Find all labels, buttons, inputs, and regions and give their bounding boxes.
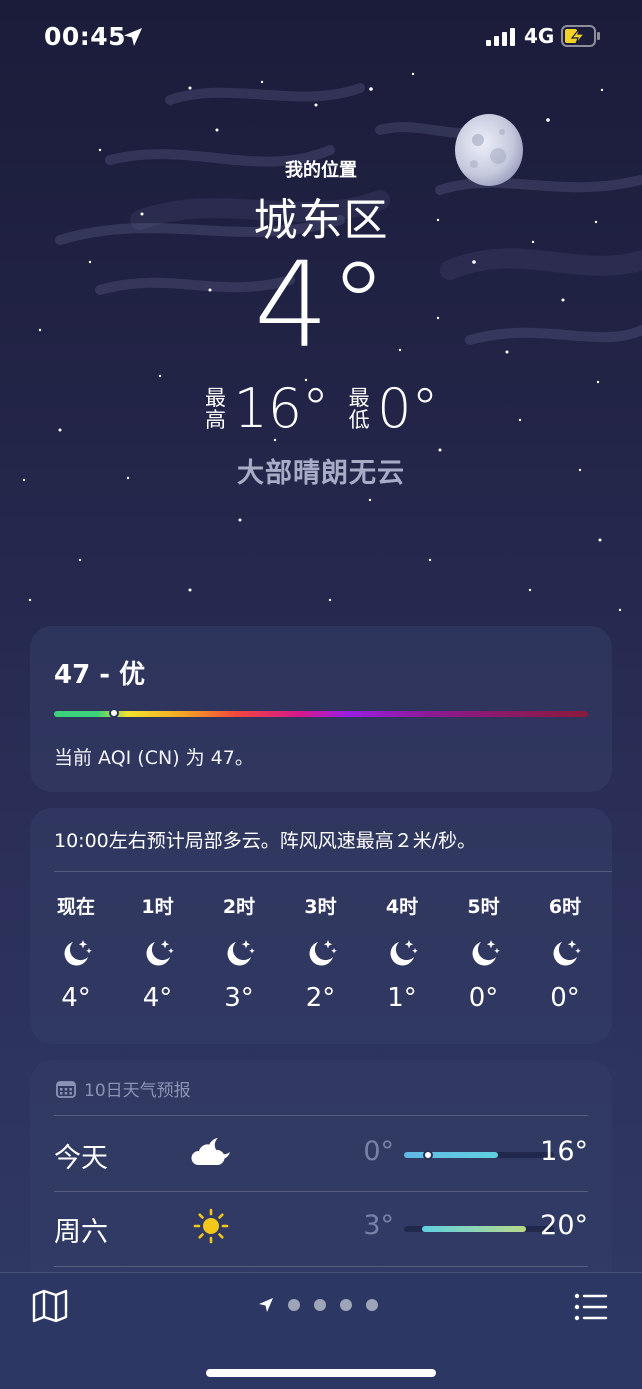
page-dot[interactable]	[340, 1299, 352, 1311]
high-low-temperatures: 最高 16° 最低 0°	[0, 382, 642, 436]
divider	[54, 1266, 588, 1267]
hour-label: 5时	[467, 896, 500, 918]
home-indicator[interactable]	[206, 1369, 436, 1377]
cellular-signal-icon	[486, 28, 515, 46]
cloud-moon-icon	[191, 1138, 230, 1165]
hour-column: 2时 3°	[209, 892, 269, 1013]
day-high-temp: 16°	[540, 1136, 588, 1167]
battery-charging-icon	[561, 25, 600, 47]
hourly-forecast-card[interactable]: 10:00左右预计局部多云。阵风风速最高２米/秒。 现在 4° 1时 4° 2时 3° 3时…	[30, 808, 612, 1044]
aqi-scale-bar	[54, 708, 588, 718]
day-name: 今天	[54, 1143, 108, 1174]
temperature-range-fill	[404, 1152, 498, 1158]
divider	[54, 1115, 588, 1116]
moon-stars-icon	[309, 940, 337, 966]
hour-label: 6时	[548, 896, 582, 918]
divider	[54, 871, 612, 872]
day-high-temp: 20°	[540, 1210, 588, 1241]
current-temp-dot	[423, 1150, 433, 1160]
page-dot[interactable]	[314, 1299, 326, 1311]
location-arrow-icon	[124, 28, 142, 46]
low-value: 0°	[377, 377, 439, 440]
day-row[interactable]: 今天 0° 16°	[54, 1124, 588, 1184]
location-header: 我的位置 城东区 4° 最高 16° 最低 0° 大部晴朗无云	[0, 150, 642, 489]
aqi-description: 当前 AQI (CN) 为 47。	[54, 747, 254, 769]
hour-temperature: 2°	[305, 983, 336, 1013]
low-label: 最低	[348, 386, 370, 432]
high-label: 最高	[204, 386, 226, 432]
location-page-icon[interactable]	[258, 1297, 274, 1313]
page-indicator[interactable]	[258, 1297, 378, 1313]
bottom-toolbar	[0, 1272, 642, 1389]
air-quality-card[interactable]: 47 - 优 当前 AQI (CN) 为 47。	[30, 626, 612, 792]
day-name: 周六	[54, 1217, 108, 1248]
hour-column: 3时 2°	[291, 892, 351, 1013]
network-type: 4G	[524, 24, 555, 48]
hour-label: 2时	[222, 896, 256, 918]
moon-stars-icon	[64, 940, 92, 966]
sun-icon	[193, 1208, 229, 1244]
day-row[interactable]: 周六 3° 20°	[54, 1198, 588, 1258]
aqi-indicator-dot	[109, 708, 120, 718]
day-low-temp: 3°	[363, 1210, 394, 1241]
moon-stars-icon	[146, 940, 174, 966]
hour-temperature: 0°	[468, 983, 499, 1013]
divider	[54, 1191, 588, 1192]
status-bar: 00:45 4G	[0, 0, 642, 72]
status-time: 00:45	[44, 22, 127, 51]
hour-temperature: 3°	[224, 983, 254, 1013]
hourly-summary: 10:00左右预计局部多云。阵风风速最高２米/秒。	[54, 830, 477, 852]
map-icon[interactable]	[32, 1289, 68, 1323]
day-low-temp: 0°	[363, 1136, 394, 1167]
hour-label: 4时	[385, 896, 419, 918]
my-location-label: 我的位置	[285, 160, 357, 181]
hour-temperature: 1°	[387, 983, 417, 1013]
hour-column: 4时 1°	[372, 892, 432, 1013]
hour-label: 1时	[141, 896, 174, 918]
moon-stars-icon	[553, 940, 581, 966]
ten-day-header: 10日天气预报	[56, 1076, 191, 1101]
hour-temperature: 4°	[142, 983, 173, 1013]
page-dot[interactable]	[366, 1299, 378, 1311]
moon-stars-icon	[472, 940, 500, 966]
hour-column: 1时 4°	[128, 892, 188, 1013]
high-value: 16°	[233, 377, 330, 440]
ten-day-title: 10日天气预报	[84, 1081, 191, 1101]
aqi-title: 47 - 优	[54, 660, 146, 690]
hour-column: 6时 0°	[535, 892, 595, 1013]
hour-temperature: 4°	[61, 983, 91, 1013]
moon-stars-icon	[227, 940, 255, 966]
hour-label: 现在	[56, 896, 95, 918]
temperature-range-fill	[422, 1226, 526, 1232]
current-temperature: 4°	[253, 236, 389, 374]
hour-temperature: 0°	[550, 983, 580, 1013]
hour-label: 3时	[304, 896, 337, 918]
hour-column: 5时 0°	[454, 892, 514, 1013]
moon-stars-icon	[390, 940, 418, 966]
list-icon[interactable]	[574, 1293, 608, 1321]
page-dot[interactable]	[288, 1299, 300, 1311]
calendar-icon	[56, 1080, 76, 1098]
hour-column: 现在 4°	[46, 892, 106, 1013]
weather-condition: 大部晴朗无云	[237, 458, 405, 489]
ten-day-forecast-card[interactable]: 10日天气预报 今天 0° 16° 周六 3° 20°	[30, 1060, 612, 1300]
